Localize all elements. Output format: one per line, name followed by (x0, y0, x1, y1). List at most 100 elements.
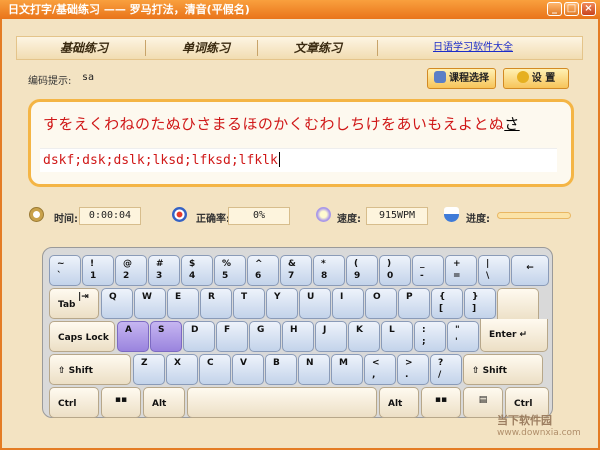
key-letter: O (373, 292, 381, 302)
key-a[interactable]: A (117, 321, 149, 352)
key-punct[interactable]: ? / (430, 354, 462, 385)
key-alt-left[interactable]: Alt (143, 387, 185, 418)
key-row1[interactable]: $4 (181, 255, 213, 286)
key-row1[interactable]: ~ ` (49, 255, 81, 286)
lightbulb-icon (316, 207, 331, 222)
key-p[interactable]: P (398, 288, 430, 319)
key-row1[interactable]: #3 (148, 255, 180, 286)
key-shift-symbol: | (486, 259, 490, 269)
key-letter: C (207, 358, 214, 368)
speed-label: 速度: (337, 214, 361, 225)
tab-basic-practice[interactable]: 基础练习 (29, 37, 139, 59)
key-k[interactable]: K (348, 321, 380, 352)
key-v[interactable]: V (232, 354, 264, 385)
key-shift-symbol: " (455, 325, 460, 335)
key-n[interactable]: N (298, 354, 330, 385)
key-alt-right[interactable]: Alt (379, 387, 419, 418)
key-shift-label: ⇧ Shift (58, 366, 93, 376)
book-icon (434, 71, 446, 83)
key-windows-right[interactable]: ▪▪ (421, 387, 461, 418)
key-c[interactable]: C (199, 354, 231, 385)
key-ctrl-label: Ctrl (514, 399, 533, 409)
key-letter: H (290, 325, 298, 335)
time-label: 时间: (54, 214, 78, 225)
watermark: 当下软件园 www.downxia.com (497, 412, 581, 438)
windows-icon: ▪▪ (434, 395, 448, 405)
key-shift-symbol: ) (387, 259, 392, 269)
key-symbol: 4 (189, 271, 196, 281)
minimize-button[interactable]: _ (547, 2, 562, 16)
key-windows-left[interactable]: ▪▪ (101, 387, 141, 418)
key-space[interactable] (187, 387, 377, 418)
key-row1[interactable]: & 7 (280, 255, 312, 286)
key-t[interactable]: T (233, 288, 265, 319)
key-row1[interactable]: _ - (412, 255, 444, 286)
key-z[interactable]: Z (133, 354, 165, 385)
key-b[interactable]: B (265, 354, 297, 385)
key-letter: N (306, 358, 314, 368)
key-row1[interactable]: (9 (346, 255, 378, 286)
key-y[interactable]: Y (266, 288, 298, 319)
key-shift-right[interactable]: ⇧ Shift (463, 354, 543, 385)
backspace-arrow-icon: ← (526, 263, 534, 273)
key-punct[interactable]: :; (414, 321, 446, 352)
key-bracket[interactable]: }] (464, 288, 496, 319)
key-i[interactable]: I (332, 288, 364, 319)
key-o[interactable]: O (365, 288, 397, 319)
settings-button[interactable]: 设 置 (503, 68, 569, 89)
key-r[interactable]: R (200, 288, 232, 319)
key-symbol: [ (439, 304, 444, 314)
key-m[interactable]: M (331, 354, 363, 385)
key-bracket[interactable]: {[ (431, 288, 463, 319)
key-l[interactable]: L (381, 321, 413, 352)
key-e[interactable]: E (167, 288, 199, 319)
tab-word-practice[interactable]: 单词练习 (151, 37, 261, 59)
accuracy-label: 正确率: (196, 214, 230, 225)
key-shift-symbol: * (321, 259, 326, 269)
key-row1[interactable]: | \ (478, 255, 510, 286)
key-punct[interactable]: " ' (447, 321, 479, 352)
typing-input[interactable]: dskf;dsk;dslk;lksd;lfksd;lfklk (40, 148, 557, 172)
key-tab[interactable]: Tab |⇥ (49, 288, 99, 319)
key-caps-lock[interactable]: Caps Lock (49, 321, 115, 352)
key-letter: D (191, 325, 199, 335)
key-j[interactable]: J (315, 321, 347, 352)
target-text-done: すをえくわねのたぬひさまるほのかくむわしちけをあいもえよとぬ (43, 115, 505, 133)
key-punct[interactable]: <, (364, 354, 396, 385)
key-enter[interactable]: Enter ↵ (480, 319, 548, 352)
key-row1[interactable]: ^ 6 (247, 255, 279, 286)
key-f[interactable]: F (216, 321, 248, 352)
key-row1[interactable]: @2 (115, 255, 147, 286)
key-row1[interactable]: * 8 (313, 255, 345, 286)
key-row1[interactable]: ) 0 (379, 255, 411, 286)
tab-divider (257, 40, 258, 56)
key-letter: P (406, 292, 413, 302)
key-shift-symbol: ^ (255, 259, 263, 269)
key-backspace[interactable]: ← (511, 255, 549, 286)
maximize-button[interactable]: □ (564, 2, 579, 16)
key-shift-left[interactable]: ⇧ Shift (49, 354, 131, 385)
windows-icon: ▪▪ (114, 395, 128, 405)
key-enter-upper[interactable] (497, 288, 539, 321)
key-x[interactable]: X (166, 354, 198, 385)
hint-label: 编码提示: (28, 76, 72, 87)
key-symbol: 1 (90, 271, 97, 281)
key-row1[interactable]: % 5 (214, 255, 246, 286)
key-ctrl-left[interactable]: Ctrl (49, 387, 99, 418)
close-button[interactable]: × (581, 2, 596, 16)
key-row1[interactable]: + = (445, 255, 477, 286)
tab-article-practice[interactable]: 文章练习 (263, 37, 373, 59)
key-h[interactable]: H (282, 321, 314, 352)
key-d[interactable]: D (183, 321, 215, 352)
key-s[interactable]: S (150, 321, 182, 352)
key-g[interactable]: G (249, 321, 281, 352)
key-q[interactable]: Q (101, 288, 133, 319)
key-w[interactable]: W (134, 288, 166, 319)
key-row1[interactable]: ! 1 (82, 255, 114, 286)
key-letter: Y (274, 292, 281, 302)
course-select-button[interactable]: 课程选择 (427, 68, 496, 89)
software-link[interactable]: 日语学习软件大全 (433, 37, 529, 59)
title-bar: 日文打字/基础练习 —— 罗马打法，清音(平假名) _ □ × (0, 0, 600, 19)
key-u[interactable]: U (299, 288, 331, 319)
key-punct[interactable]: >. (397, 354, 429, 385)
